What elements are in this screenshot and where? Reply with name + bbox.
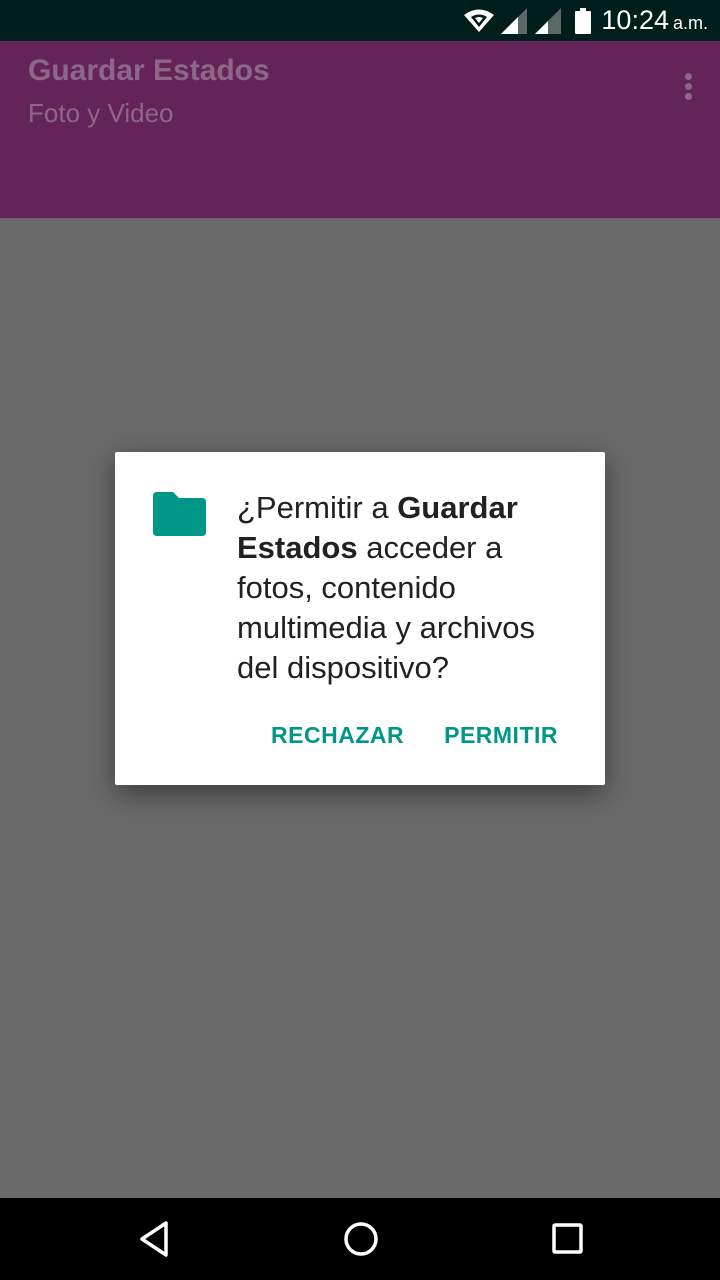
app-bar: Guardar Estados Foto y Video <box>0 41 720 218</box>
battery-icon <box>575 7 592 34</box>
overflow-menu-icon[interactable] <box>682 73 694 103</box>
folder-icon <box>153 492 206 536</box>
app-title: Guardar Estados <box>28 54 270 87</box>
status-bar: 10:24 a.m. <box>0 0 720 41</box>
deny-button[interactable]: RECHAZAR <box>271 722 404 749</box>
dialog-actions: RECHAZAR PERMITIR <box>271 722 558 749</box>
signal-icon <box>501 7 528 34</box>
allow-button[interactable]: PERMITIR <box>444 722 558 749</box>
home-icon[interactable] <box>342 1220 380 1263</box>
signal-icon <box>535 7 562 34</box>
status-icons: 10:24 a.m. <box>463 0 708 41</box>
recents-icon[interactable] <box>550 1220 586 1263</box>
status-ampm: a.m. <box>672 13 708 33</box>
status-time: 10:24 <box>601 5 669 35</box>
app-subtitle: Foto y Video <box>28 98 174 128</box>
permission-dialog: ¿Permitir a Guardar Estados acceder a fo… <box>115 452 605 785</box>
wifi-icon <box>463 8 495 34</box>
message-prefix: ¿Permitir a <box>237 490 398 525</box>
navigation-bar <box>0 1198 720 1280</box>
dialog-message: ¿Permitir a Guardar Estados acceder a fo… <box>237 488 582 688</box>
back-icon[interactable] <box>138 1220 170 1263</box>
